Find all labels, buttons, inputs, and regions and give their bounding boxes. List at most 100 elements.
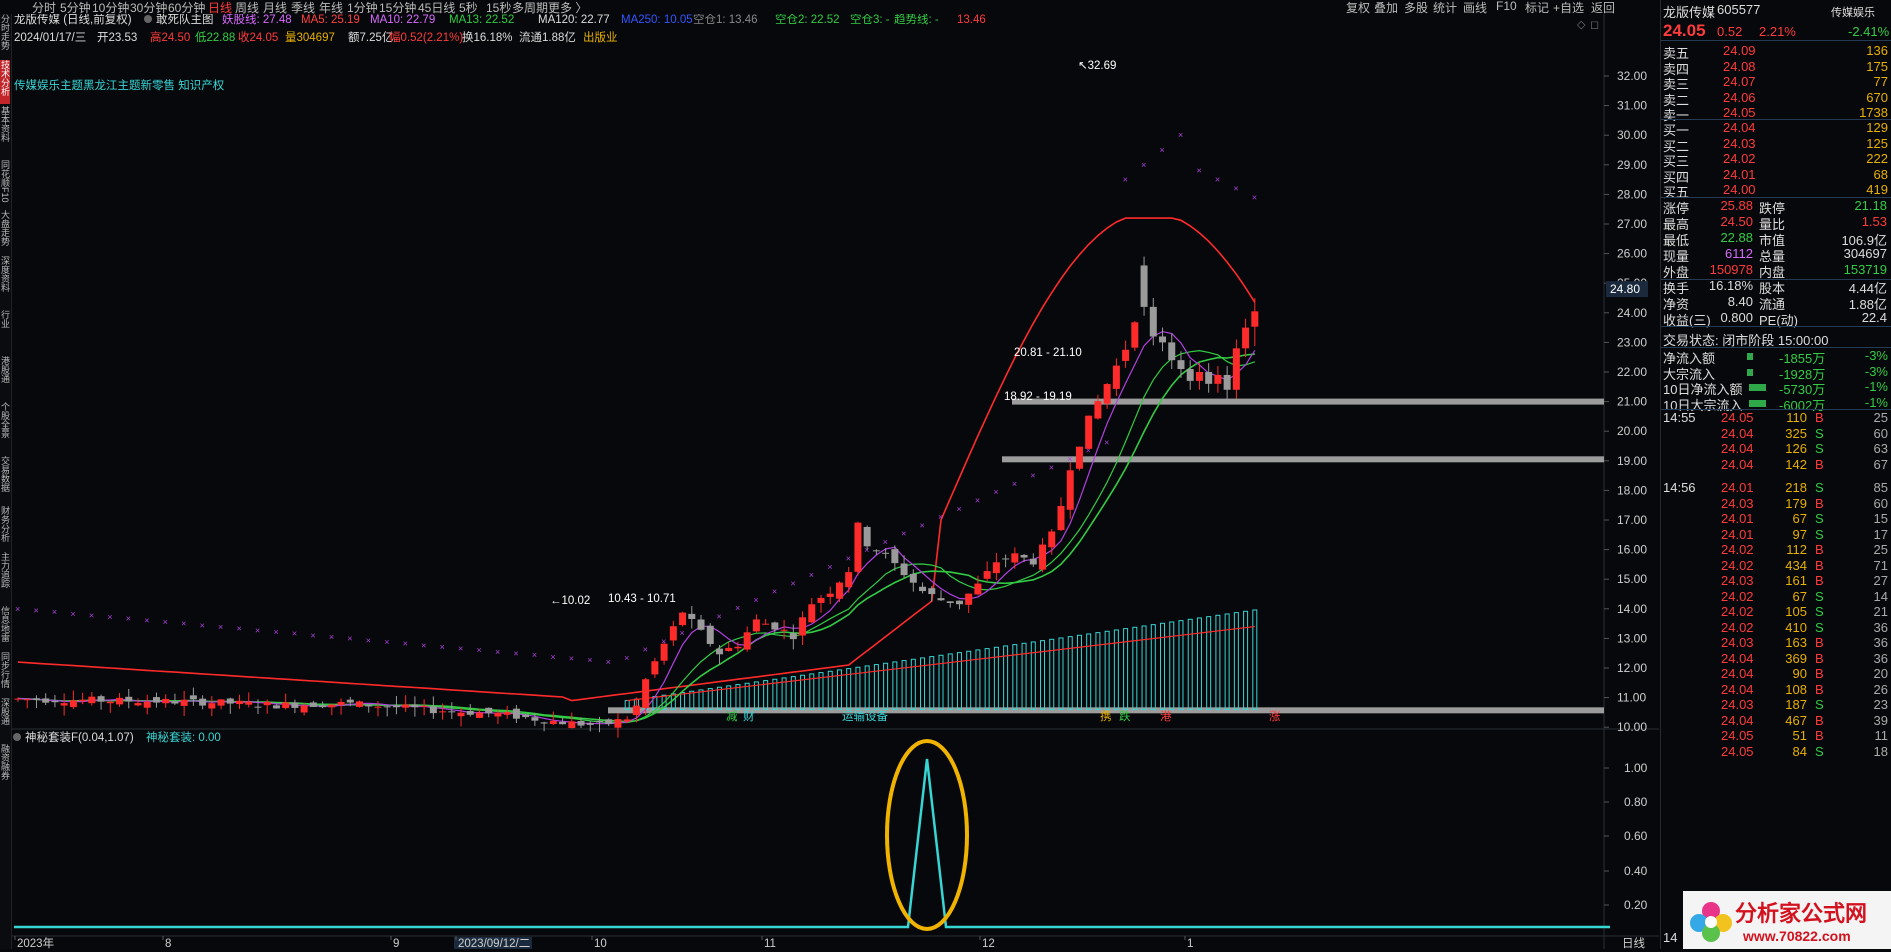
sidebar-tab[interactable]: 基本资料 — [0, 106, 10, 158]
bar-info-field: 幅0.52(2.21%) — [389, 31, 463, 44]
tick-side: S — [1815, 425, 1824, 441]
kline-chart-area[interactable]: 32.0031.0030.0029.0028.0027.0026.0025.00… — [12, 14, 1659, 949]
tick-price: 24.04 — [1721, 712, 1754, 728]
event-marker[interactable]: 携 — [1100, 709, 1112, 723]
toolbar-button[interactable]: F10 — [1496, 0, 1517, 13]
yaogu-marker: × — [89, 610, 94, 620]
indicator-value: 空仓3: - — [850, 14, 890, 26]
tick-count: 36 — [1873, 635, 1888, 650]
yaogu-marker: × — [1196, 166, 1201, 176]
tick-price: 24.01 — [1721, 511, 1754, 526]
sidebar-tab[interactable]: 深度资料 — [0, 256, 10, 308]
event-marker[interactable]: 财 — [743, 709, 755, 723]
sidebar-tab[interactable]: 交易数据 — [0, 456, 10, 504]
current-price-tag: 24.80 — [1610, 282, 1640, 296]
tick-count: 15 — [1873, 511, 1888, 526]
price-tick: 17.00 — [1617, 513, 1647, 527]
event-marker[interactable]: 减 — [726, 710, 738, 723]
yaogu-marker: × — [827, 562, 832, 572]
sidebar-tab[interactable]: 行业 — [0, 310, 10, 354]
flower-icon — [1690, 902, 1732, 942]
ask-volume: 136 — [1866, 43, 1888, 58]
tick-side: S — [1815, 480, 1824, 495]
event-marker[interactable]: 跌 — [1119, 709, 1131, 723]
collapse-icon[interactable]: ◻ — [1590, 19, 1599, 31]
flow-bar — [1749, 399, 1766, 407]
flow-bar — [1749, 384, 1766, 391]
sidebar-tab[interactable]: 分时走势 — [0, 14, 10, 58]
watermark-logo: 分析家公式网 www.70822.com — [1683, 891, 1891, 949]
yaogu-marker: × — [310, 630, 315, 640]
yaogu-marker: × — [421, 640, 426, 650]
flow-pct: -3% — [1864, 348, 1888, 363]
sidebar-tab[interactable]: 同花顺F10 — [0, 160, 10, 208]
tick-volume: 90 — [1792, 666, 1807, 681]
tick-side: S — [1815, 743, 1824, 759]
bid-volume: 222 — [1866, 151, 1888, 166]
yaogu-marker: × — [200, 620, 205, 630]
yaogu-marker: × — [495, 647, 500, 657]
tick-count: 18 — [1873, 743, 1888, 759]
stat-value: 22.4 — [1861, 310, 1887, 325]
last-price: 24.05 — [1663, 21, 1706, 40]
event-marker[interactable]: 涨 — [1269, 710, 1281, 723]
tick-price: 24.05 — [1721, 743, 1754, 759]
tick-side: S — [1815, 441, 1824, 456]
indicator-value: MA5: 25.19 — [301, 14, 360, 26]
tick-volume: 369 — [1785, 650, 1807, 666]
sidebar-tab[interactable]: 信息地雷 — [0, 606, 10, 650]
template-name[interactable]: 敢死队主图 — [156, 14, 214, 26]
tick-side: S — [1815, 588, 1824, 604]
sidebar-tab[interactable]: 技术分析 — [0, 60, 10, 104]
indicator-value: 空仓1: 13.46 — [693, 14, 758, 26]
event-marker[interactable]: 运输设备 — [842, 709, 888, 723]
ask-volume: 77 — [1873, 74, 1888, 89]
tick-volume: 51 — [1792, 728, 1807, 743]
divider — [1661, 326, 1891, 327]
sidebar-tab[interactable]: 大盘走势 — [0, 210, 10, 254]
template-toggle-icon[interactable] — [144, 15, 152, 23]
tick-price: 24.04 — [1721, 456, 1754, 472]
sidebar-tab[interactable]: 港股通 — [0, 356, 10, 400]
sub-axis-tick: 0.60 — [1624, 829, 1648, 843]
diamond-icon[interactable]: ◇ — [1577, 19, 1586, 31]
price-tick: 22.00 — [1617, 365, 1647, 379]
sidebar-tab[interactable]: 同步行情 — [0, 652, 10, 696]
yaogu-marker: × — [753, 595, 758, 605]
yaogu-marker: × — [218, 622, 223, 632]
sidebar-tab[interactable]: 个股全景 — [0, 402, 10, 454]
yaogu-marker: × — [403, 639, 408, 649]
indicator-value: MA250: 10.05 — [621, 14, 693, 26]
ask-volume: 175 — [1866, 58, 1888, 74]
tick-volume: 142 — [1785, 456, 1807, 472]
candle — [1232, 339, 1240, 399]
sidebar-tab[interactable]: 融资融券 — [0, 744, 10, 796]
yaogu-marker: × — [273, 627, 278, 637]
tick-count: 39 — [1873, 712, 1888, 728]
indicator-value: MA10: 22.79 — [370, 14, 435, 26]
bar-info-field: 低22.88 — [195, 31, 235, 44]
stat-value: 153719 — [1843, 262, 1887, 277]
sidebar-tab[interactable]: 财务分析 — [0, 506, 10, 550]
stat-value: 16.18% — [1708, 278, 1753, 293]
tick-volume: 105 — [1785, 604, 1807, 619]
yaogu-marker: × — [255, 625, 260, 635]
tick-side: B — [1815, 712, 1824, 728]
subchart-toggle-icon[interactable] — [13, 733, 21, 741]
yaogu-marker: × — [550, 652, 555, 662]
tick-volume: 110 — [1786, 410, 1807, 425]
flow-pct: -1% — [1864, 394, 1888, 410]
tick-count: 25 — [1873, 410, 1888, 425]
sidebar-tab[interactable]: 深股通 — [0, 698, 10, 742]
tick-volume: 67 — [1792, 511, 1807, 526]
event-marker[interactable]: 港 — [1160, 710, 1172, 723]
candle — [863, 525, 871, 550]
bar-info-field: 高24.50 — [150, 30, 190, 44]
indicator-values: 妖股线: 27.48 MA5: 25.19 MA10: 22.79 MA13: 22.… — [222, 14, 986, 26]
period-label: 日线 — [1622, 936, 1645, 949]
sub-axis-tick: 1.00 — [1624, 761, 1648, 775]
yaogu-marker: × — [772, 587, 777, 597]
price-tick: 30.00 — [1617, 128, 1647, 142]
tick-price: 24.02 — [1721, 619, 1754, 635]
sidebar-tab[interactable]: 主力追踪 — [0, 552, 10, 604]
